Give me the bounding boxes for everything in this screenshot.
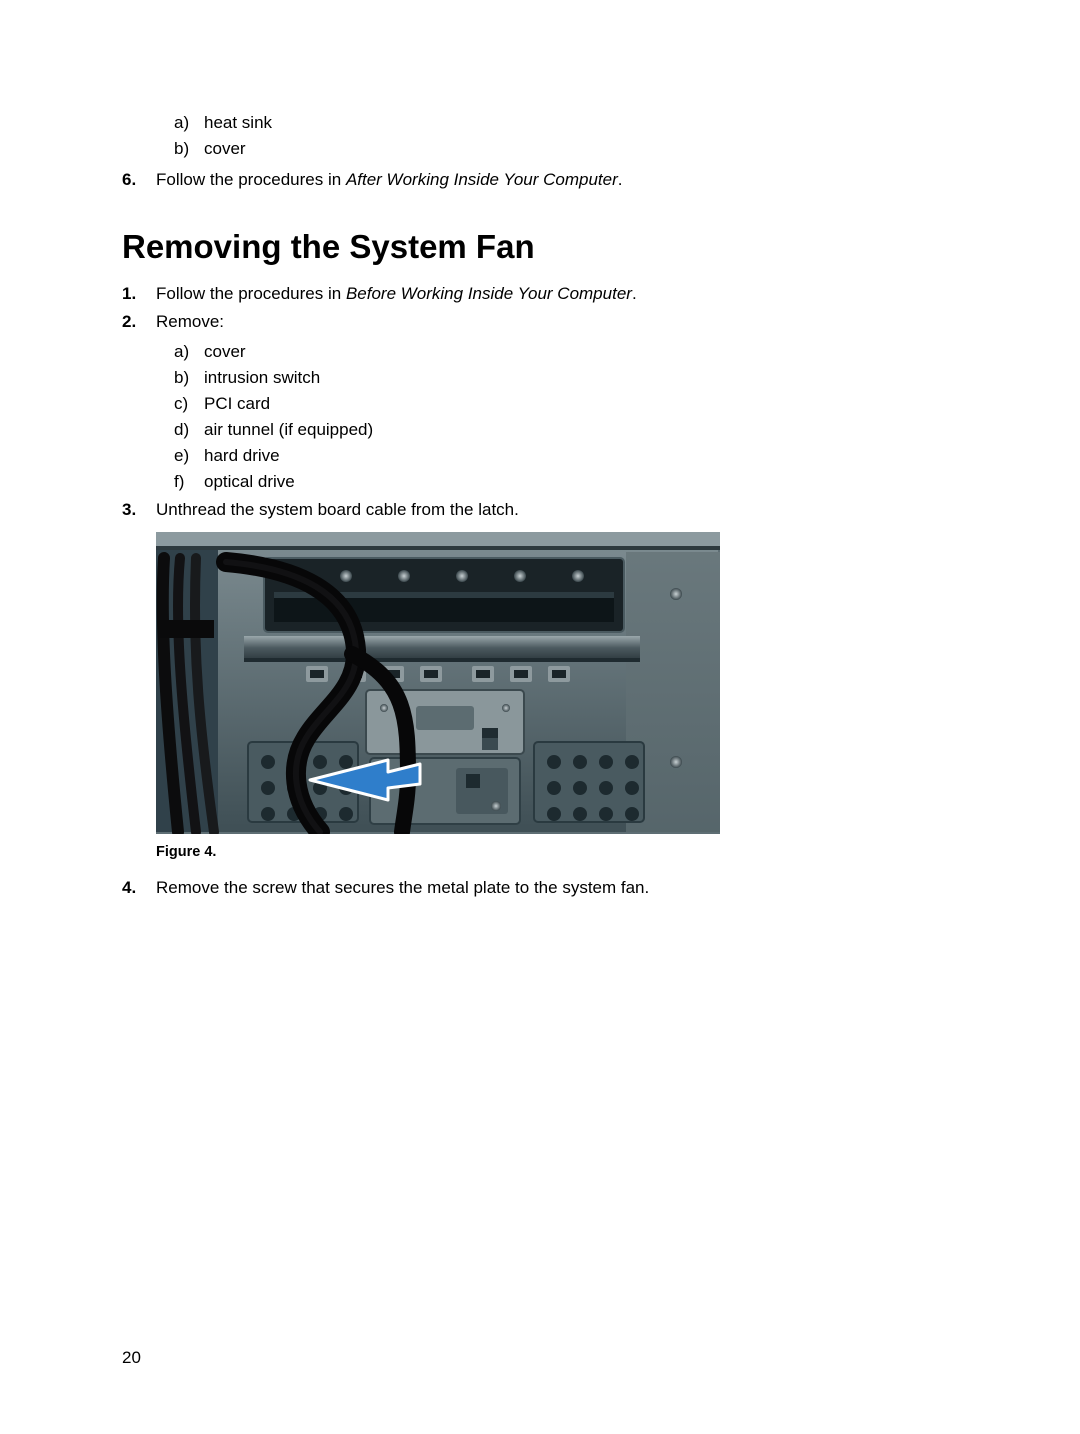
step-lead: Follow the procedures in bbox=[156, 170, 346, 189]
list-text: hard drive bbox=[204, 443, 280, 469]
list-marker: d) bbox=[174, 417, 194, 443]
page-number: 20 bbox=[122, 1348, 141, 1368]
steps-list: 1. Follow the procedures in Before Worki… bbox=[122, 280, 958, 524]
list-item: c) PCI card bbox=[174, 391, 958, 417]
list-item: f) optical drive bbox=[174, 469, 958, 495]
step-1: 1. Follow the procedures in Before Worki… bbox=[122, 280, 958, 308]
list-item: b) intrusion switch bbox=[174, 365, 958, 391]
step-marker: 1. bbox=[122, 281, 144, 307]
steps-list-cont: 4. Remove the screw that secures the met… bbox=[122, 874, 958, 902]
figure-caption: Figure 4. bbox=[156, 844, 958, 860]
carryover-alpha-list: a) heat sink b) cover bbox=[174, 110, 958, 162]
list-marker: b) bbox=[174, 365, 194, 391]
step-body: Remove: a) cover b) intrusion switch c) PCI… bbox=[156, 309, 958, 495]
step-marker: 2. bbox=[122, 309, 144, 495]
list-item: e) hard drive bbox=[174, 443, 958, 469]
step-tail: . bbox=[618, 170, 623, 189]
step-body: Follow the procedures in After Working I… bbox=[156, 167, 958, 193]
list-marker: a) bbox=[174, 110, 194, 136]
list-item: a) heat sink bbox=[174, 110, 958, 136]
list-item: b) cover bbox=[174, 136, 958, 162]
step-em: After Working Inside Your Computer bbox=[346, 170, 618, 189]
list-text: cover bbox=[204, 136, 246, 162]
list-marker: a) bbox=[174, 339, 194, 365]
list-text: heat sink bbox=[204, 110, 272, 136]
step-text: Remove the screw that secures the metal … bbox=[156, 875, 958, 901]
step-body: Follow the procedures in Before Working … bbox=[156, 281, 958, 307]
step-lead: Follow the procedures in bbox=[156, 284, 346, 303]
list-text: PCI card bbox=[204, 391, 270, 417]
figure-4 bbox=[156, 532, 958, 834]
carryover-num-list: 6. Follow the procedures in After Workin… bbox=[122, 166, 958, 194]
step-3: 3. Unthread the system board cable from … bbox=[122, 496, 958, 524]
section-heading: Removing the System Fan bbox=[122, 228, 958, 266]
list-marker: f) bbox=[174, 469, 194, 495]
step-text: Unthread the system board cable from the… bbox=[156, 497, 958, 523]
step-marker: 4. bbox=[122, 875, 144, 901]
list-marker: e) bbox=[174, 443, 194, 469]
step-2-sublist: a) cover b) intrusion switch c) PCI card d)… bbox=[174, 339, 958, 495]
step-tail: . bbox=[632, 284, 637, 303]
step-2: 2. Remove: a) cover b) intrusion switch c)… bbox=[122, 308, 958, 496]
page: a) heat sink b) cover 6. Follow the proc… bbox=[0, 0, 1080, 1434]
step-marker: 3. bbox=[122, 497, 144, 523]
list-item: d) air tunnel (if equipped) bbox=[174, 417, 958, 443]
list-text: cover bbox=[204, 339, 246, 365]
list-text: intrusion switch bbox=[204, 365, 320, 391]
step-text: Remove: bbox=[156, 312, 224, 331]
list-marker: c) bbox=[174, 391, 194, 417]
list-text: air tunnel (if equipped) bbox=[204, 417, 373, 443]
step-em: Before Working Inside Your Computer bbox=[346, 284, 632, 303]
list-item: a) cover bbox=[174, 339, 958, 365]
list-text: optical drive bbox=[204, 469, 295, 495]
step-4: 4. Remove the screw that secures the met… bbox=[122, 874, 958, 902]
figure-4-image bbox=[156, 532, 720, 834]
step-marker: 6. bbox=[122, 167, 144, 193]
list-marker: b) bbox=[174, 136, 194, 162]
step-6: 6. Follow the procedures in After Workin… bbox=[122, 166, 958, 194]
